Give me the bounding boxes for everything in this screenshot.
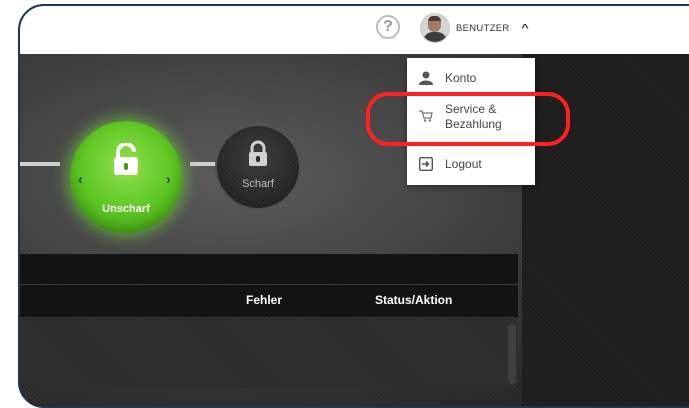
highlight-annotation: [366, 92, 570, 146]
unscharf-button[interactable]: ‹ › Unscharf: [60, 111, 192, 243]
table-body: [20, 318, 518, 388]
user-menu-toggle[interactable]: BENUTZER ^: [420, 13, 529, 43]
main-content: ‹ › Unscharf Scharf Fehler Status/Aktion: [20, 54, 689, 406]
menu-item-konto[interactable]: Konto: [407, 64, 535, 94]
scrollbar[interactable]: [508, 324, 516, 384]
avatar: [420, 13, 450, 43]
column-status-aktion[interactable]: Status/Aktion: [375, 293, 452, 307]
table-header-row: Fehler Status/Aktion: [20, 285, 518, 318]
rail-left: [20, 162, 60, 166]
user-name: BENUTZER: [456, 22, 510, 34]
chevron-up-icon: ^: [520, 22, 529, 34]
arrow-left-icon[interactable]: ‹: [78, 171, 83, 187]
konto-label: Konto: [445, 71, 477, 85]
scharf-label: Scharf: [242, 178, 274, 190]
column-fehler[interactable]: Fehler: [246, 293, 282, 307]
user-icon: [419, 71, 433, 85]
unlock-icon: [114, 143, 138, 175]
arrow-right-icon[interactable]: ›: [166, 171, 171, 187]
device-frame: ? BENUTZER ^ ‹ › Unscharf Scharf Fehler …: [18, 4, 689, 408]
logout-icon: [419, 157, 433, 171]
lock-icon: [249, 140, 267, 166]
rail-mid: [190, 162, 220, 166]
logout-label: Logout: [445, 157, 482, 171]
help-button[interactable]: ?: [376, 15, 400, 39]
top-bar: ? BENUTZER ^: [20, 6, 689, 54]
unscharf-label: Unscharf: [102, 203, 150, 215]
menu-item-logout[interactable]: Logout: [407, 151, 535, 181]
scharf-button[interactable]: Scharf: [215, 124, 301, 210]
table-title-bar: [20, 254, 518, 285]
